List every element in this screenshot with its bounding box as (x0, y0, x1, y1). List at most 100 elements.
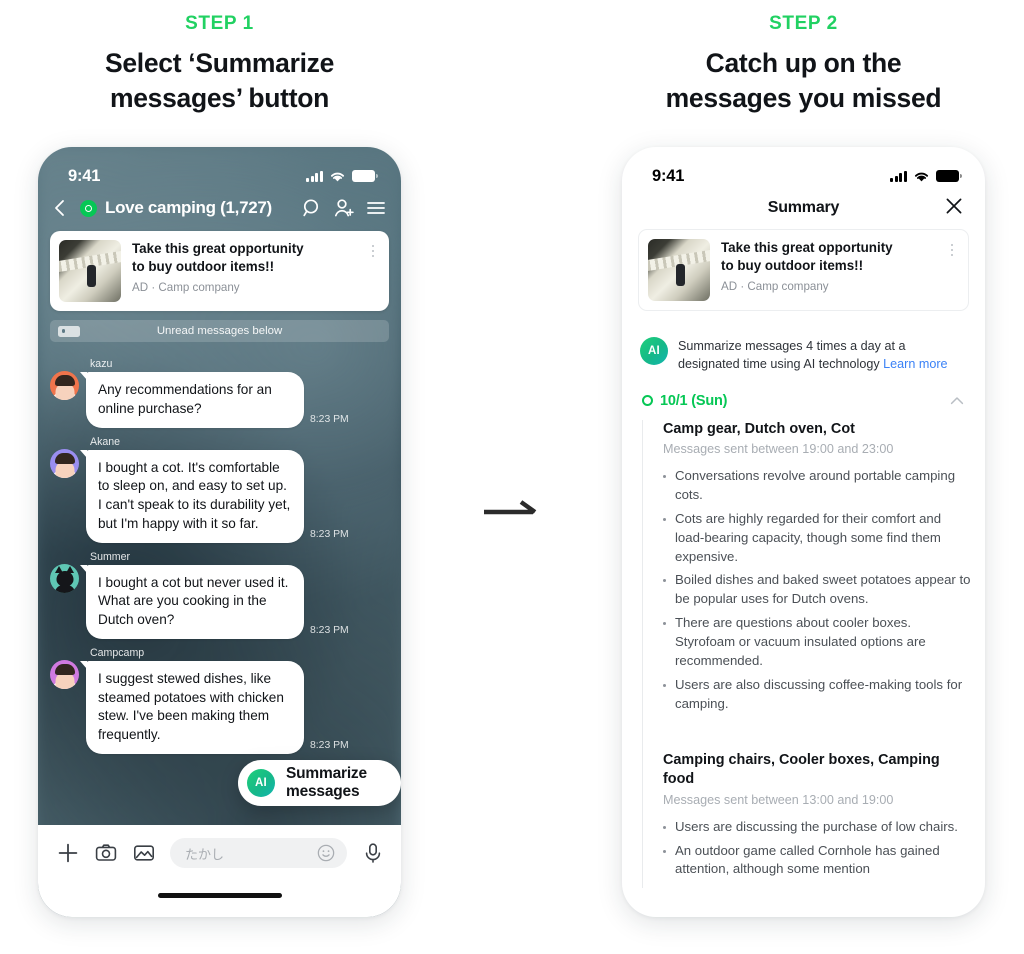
microphone-icon[interactable] (361, 841, 385, 865)
step-1-kicker: STEP 1 (185, 13, 254, 34)
gallery-icon[interactable] (132, 841, 156, 865)
message-row: Campcamp I suggest stewed dishes, like s… (50, 647, 389, 754)
ad-title-line2: to buy outdoor items!! (132, 258, 275, 274)
summary-date-label: 10/1 (Sun) (660, 392, 728, 409)
ad-meta: AD · Camp company (132, 280, 240, 294)
message-list: kazu Any recommendations for an online p… (38, 342, 401, 754)
status-icons (306, 170, 378, 183)
step-2-title-line2: messages you missed (665, 82, 942, 113)
add-friend-icon[interactable] (333, 197, 355, 219)
step-2-header: STEP 2 Catch up on the messages you miss… (612, 13, 995, 116)
message-row: Akane I bought a cot. It's comfortable t… (50, 436, 389, 543)
cellular-signal-icon (890, 170, 907, 182)
page-root: STEP 1 Select ‘Summarize messages’ butto… (0, 0, 1024, 954)
chat-composer: たかし (38, 825, 401, 917)
more-vertical-icon[interactable] (945, 239, 959, 257)
ad-banner-2[interactable]: Take this great opportunity to buy outdo… (638, 229, 969, 311)
unread-messages-bar: Unread messages below (50, 320, 389, 342)
avatar-campcamp[interactable] (50, 659, 79, 689)
summary-body: Camp gear, Dutch oven, Cot Messages sent… (622, 419, 985, 889)
bullet-text: Boiled dishes and baked sweet potatoes a… (675, 572, 971, 607)
ad-thumbnail-image (59, 240, 121, 302)
section-title: Camping chairs, Cooler boxes, Camping fo… (663, 751, 940, 788)
chevron-left-icon[interactable] (50, 198, 70, 218)
summary-section: Camping chairs, Cooler boxes, Camping fo… (663, 723, 971, 889)
phone-mockup-step-2: 9:41 Summary Take this great opportunity… (622, 147, 985, 917)
message-sender-name: Campcamp (90, 646, 145, 659)
plus-icon[interactable] (56, 841, 80, 865)
emoji-smile-icon[interactable] (316, 843, 336, 863)
chat-screen: 9:41 Love camping (1,727) Take this grea… (38, 147, 401, 917)
message-input[interactable]: たかし (170, 838, 347, 868)
bullet-item: Cots are highly regarded for their comfo… (663, 510, 971, 567)
summarize-messages-button[interactable]: AI Summarize messages (238, 760, 401, 806)
battery-icon (352, 170, 378, 182)
summary-sections: Camp gear, Dutch oven, Cot Messages sent… (642, 419, 985, 889)
status-time: 9:41 (68, 166, 101, 185)
bullet-text: There are questions about cooler boxes. … (675, 615, 926, 668)
status-bar-2: 9:41 (622, 147, 985, 193)
bullet-text: An outdoor game called Cornhole has gain… (675, 842, 940, 877)
bullet-item: There are questions about cooler boxes. … (663, 614, 971, 671)
step-2-title-line1: Catch up on the (705, 47, 902, 78)
home-indicator (157, 893, 282, 898)
bullet-text: Users are also discussing coffee-making … (675, 676, 963, 711)
chevron-up-icon[interactable] (949, 393, 965, 409)
learn-more-link[interactable]: Learn more (883, 357, 947, 371)
message-bubble[interactable]: I suggest stewed dishes, like steamed po… (80, 660, 304, 754)
message-sender-name: Summer (90, 550, 131, 563)
camera-icon[interactable] (94, 841, 118, 865)
ad-title: Take this great opportunity to buy outdo… (132, 240, 355, 276)
message-bubble[interactable]: I bought a cot but never used it. What a… (80, 564, 304, 639)
section-title: Camp gear, Dutch oven, Cot (663, 420, 855, 437)
summary-title: Summary (767, 199, 840, 216)
avatar-kazu[interactable] (50, 371, 79, 400)
bullet-item: Boiled dishes and baked sweet potatoes a… (663, 571, 971, 609)
section-bullet-list: Users are discussing the purchase of low… (663, 818, 971, 880)
unread-tag-icon (58, 325, 80, 337)
ai-badge-icon: AI (640, 337, 668, 365)
cellular-signal-icon (306, 170, 323, 182)
bullet-item: An outdoor game called Cornhole has gain… (663, 842, 971, 880)
summary-date-group-header[interactable]: 10/1 (Sun) (622, 374, 985, 409)
chat-title[interactable]: Love camping (1,727) (105, 198, 291, 218)
ai-badge-icon: AI (247, 769, 275, 797)
status-bar-1: 9:41 (38, 147, 401, 193)
step-2-title: Catch up on the messages you missed (612, 46, 995, 116)
message-time: 8:23 PM (310, 739, 349, 751)
section-subtitle: Messages sent between 13:00 and 19:00 (663, 792, 894, 807)
close-icon[interactable] (943, 195, 965, 217)
message-row: kazu Any recommendations for an online p… (50, 358, 389, 428)
search-icon[interactable] (301, 197, 323, 219)
battery-icon (936, 170, 962, 182)
more-vertical-icon[interactable] (366, 240, 380, 258)
phone-mockup-step-1: 9:41 Love camping (1,727) Take this grea… (38, 147, 401, 917)
hamburger-menu-icon[interactable] (365, 197, 387, 219)
ad-banner-1[interactable]: Take this great opportunity to buy outdo… (50, 231, 389, 311)
ai-info-note: AI Summarize messages 4 times a day at a… (622, 311, 985, 374)
section-bullet-list: Conversations revolve around portable ca… (663, 467, 971, 714)
avatar-summer[interactable] (50, 563, 79, 593)
message-input-placeholder: たかし (185, 846, 225, 862)
step-1-title: Select ‘Summarize messages’ button (38, 46, 401, 116)
message-bubble[interactable]: I bought a cot. It's comfortable to slee… (80, 449, 304, 543)
ad-text: Take this great opportunity to buy outdo… (132, 240, 355, 294)
message-bubble[interactable]: Any recommendations for an online purcha… (80, 372, 304, 428)
wifi-icon (330, 172, 345, 181)
message-time: 8:23 PM (310, 528, 349, 540)
ad-title-line1: Take this great opportunity (132, 241, 304, 256)
ad-thumbnail-image (648, 239, 710, 301)
bullet-item: Users are also discussing coffee-making … (663, 676, 971, 714)
avatar-akane[interactable] (50, 448, 79, 478)
wifi-icon (914, 172, 929, 181)
ad-meta: AD · Camp company (721, 279, 829, 293)
ad-text: Take this great opportunity to buy outdo… (721, 239, 934, 293)
step-1-header: STEP 1 Select ‘Summarize messages’ butto… (38, 13, 401, 116)
step-1-title-line2: messages’ button (109, 82, 330, 113)
bullet-text: Cots are highly regarded for their comfo… (675, 510, 942, 564)
group-badge-icon (80, 199, 97, 217)
unread-label: Unread messages below (156, 325, 283, 337)
message-row: Summer I bought a cot but never used it.… (50, 551, 389, 639)
bullet-item: Users are discussing the purchase of low… (663, 818, 971, 837)
status-icons (890, 170, 962, 183)
